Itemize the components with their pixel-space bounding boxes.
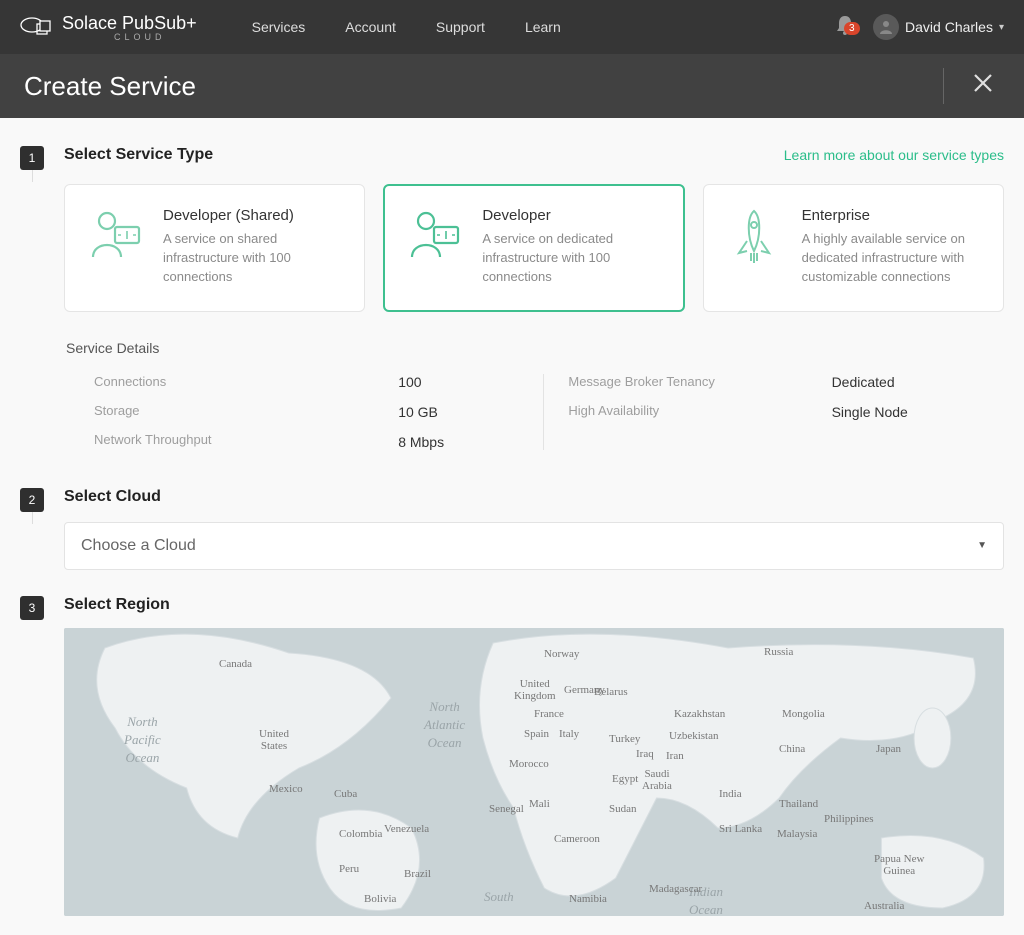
map-country: Mali bbox=[529, 798, 550, 810]
nav-services[interactable]: Services bbox=[252, 19, 306, 35]
throughput-label: Network Throughput bbox=[94, 432, 350, 447]
map-country: Kazakhstan bbox=[674, 708, 725, 720]
throughput-value: 8 Mbps bbox=[398, 434, 519, 450]
step-2-number: 2 bbox=[20, 488, 44, 512]
map-country: Italy bbox=[559, 728, 579, 740]
map-country: Cameroon bbox=[554, 833, 600, 845]
page-header: Create Service bbox=[0, 54, 1024, 118]
step-1-title: Select Service Type bbox=[64, 146, 213, 164]
connections-label: Connections bbox=[94, 374, 350, 389]
ha-value: Single Node bbox=[832, 404, 908, 420]
user-menu[interactable]: David Charles ▾ bbox=[873, 14, 1004, 40]
caret-down-icon: ▾ bbox=[999, 22, 1004, 33]
region-map[interactable]: NorthPacificOcean NorthAtlanticOcean Sou… bbox=[64, 628, 1004, 916]
map-country: China bbox=[779, 743, 805, 755]
cloud-select-placeholder: Choose a Cloud bbox=[81, 537, 196, 555]
map-country: Namibia bbox=[569, 893, 607, 905]
brand-name: Solace PubSub+ bbox=[62, 13, 197, 33]
map-country: Sri Lanka bbox=[719, 823, 762, 835]
map-country: Norway bbox=[544, 648, 579, 660]
map-country: India bbox=[719, 788, 742, 800]
map-country: Philippines bbox=[824, 813, 874, 825]
map-country: Iraq bbox=[636, 748, 654, 760]
map-country: Colombia bbox=[339, 828, 382, 840]
map-ocean-npacific: NorthPacificOcean bbox=[124, 713, 161, 768]
tenancy-label: Message Broker Tenancy bbox=[568, 374, 783, 389]
card-title: Developer (Shared) bbox=[163, 207, 344, 224]
service-details-title: Service Details bbox=[66, 340, 1004, 356]
brand-logo[interactable]: Solace PubSub+ CLOUD bbox=[20, 13, 197, 42]
map-country: UnitedKingdom bbox=[514, 678, 556, 702]
notifications-badge: 3 bbox=[844, 22, 860, 35]
map-country: France bbox=[534, 708, 564, 720]
map-country: Mexico bbox=[269, 783, 303, 795]
map-country: UnitedStates bbox=[259, 728, 289, 752]
service-card-developer-shared[interactable]: Developer (Shared) A service on shared i… bbox=[64, 184, 365, 312]
map-country: Peru bbox=[339, 863, 359, 875]
card-desc: A service on shared infrastructure with … bbox=[163, 230, 344, 287]
world-map-icon bbox=[64, 628, 1004, 916]
close-icon bbox=[972, 72, 994, 94]
map-country: Spain bbox=[524, 728, 549, 740]
map-country: Malaysia bbox=[777, 828, 817, 840]
developer-icon bbox=[404, 207, 464, 287]
nav-support[interactable]: Support bbox=[436, 19, 485, 35]
ha-label: High Availability bbox=[568, 403, 783, 418]
service-card-enterprise[interactable]: Enterprise A highly available service on… bbox=[703, 184, 1004, 312]
developer-icon bbox=[85, 207, 145, 287]
header-divider bbox=[943, 68, 944, 104]
page-title: Create Service bbox=[24, 71, 196, 102]
map-country: Turkey bbox=[609, 733, 640, 745]
close-button[interactable] bbox=[966, 66, 1000, 107]
top-navbar: Solace PubSub+ CLOUD Services Account Su… bbox=[0, 0, 1024, 54]
nav-account[interactable]: Account bbox=[345, 19, 396, 35]
map-country: Thailand bbox=[779, 798, 818, 810]
brand-subtitle: CLOUD bbox=[114, 32, 197, 42]
map-country: Iran bbox=[666, 750, 684, 762]
map-country: Cuba bbox=[334, 788, 357, 800]
user-name: David Charles bbox=[905, 19, 993, 35]
avatar-icon bbox=[873, 14, 899, 40]
map-country: Canada bbox=[219, 658, 252, 670]
step-3-title: Select Region bbox=[64, 596, 170, 614]
card-title: Enterprise bbox=[802, 207, 983, 224]
tenancy-value: Dedicated bbox=[832, 374, 908, 390]
step-1-number: 1 bbox=[20, 146, 44, 170]
nav-links: Services Account Support Learn bbox=[252, 19, 561, 35]
map-country: Madagascar bbox=[649, 883, 702, 895]
map-country: Morocco bbox=[509, 758, 549, 770]
storage-label: Storage bbox=[94, 403, 350, 418]
notifications-button[interactable]: 3 bbox=[835, 14, 855, 41]
map-country: Venezuela bbox=[384, 823, 429, 835]
learn-more-link[interactable]: Learn more about our service types bbox=[784, 147, 1004, 163]
map-country: Uzbekistan bbox=[669, 730, 718, 742]
nav-learn[interactable]: Learn bbox=[525, 19, 561, 35]
map-country: Papua NewGuinea bbox=[874, 853, 924, 877]
map-ocean-southatl: South bbox=[484, 888, 514, 906]
map-country: Mongolia bbox=[782, 708, 825, 720]
map-country: Sudan bbox=[609, 803, 637, 815]
map-country: Japan bbox=[876, 743, 901, 755]
cloud-select[interactable]: Choose a Cloud ▼ bbox=[64, 522, 1004, 570]
card-desc: A highly available service on dedicated … bbox=[802, 230, 983, 287]
rocket-icon bbox=[724, 207, 784, 287]
map-country: SaudiArabia bbox=[642, 768, 672, 792]
map-country: Senegal bbox=[489, 803, 524, 815]
step-2-title: Select Cloud bbox=[64, 488, 161, 506]
storage-value: 10 GB bbox=[398, 404, 519, 420]
map-ocean-natlantic: NorthAtlanticOcean bbox=[424, 698, 465, 753]
map-country: Brazil bbox=[404, 868, 431, 880]
map-country: Bolivia bbox=[364, 893, 396, 905]
map-country: Australia bbox=[864, 900, 904, 912]
connections-value: 100 bbox=[398, 374, 519, 390]
service-details: Connections Storage Network Throughput 1… bbox=[64, 374, 1004, 450]
step-3-number: 3 bbox=[20, 596, 44, 620]
map-country: Egypt bbox=[612, 773, 638, 785]
chevron-down-icon: ▼ bbox=[977, 540, 987, 551]
card-desc: A service on dedicated infrastructure wi… bbox=[482, 230, 663, 287]
map-country: Belarus bbox=[594, 686, 628, 698]
service-card-developer[interactable]: Developer A service on dedicated infrast… bbox=[383, 184, 684, 312]
map-country: Russia bbox=[764, 646, 793, 658]
card-title: Developer bbox=[482, 207, 663, 224]
